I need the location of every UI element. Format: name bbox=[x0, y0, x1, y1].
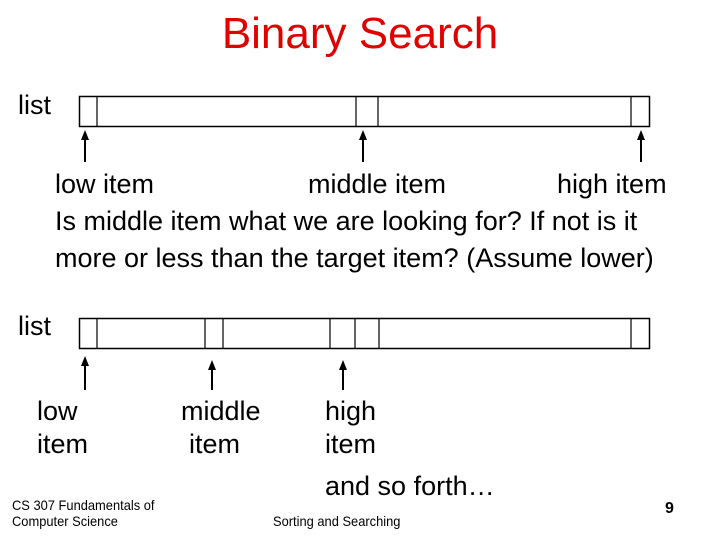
footer-course: CS 307 Fundamentals of Computer Science bbox=[12, 497, 154, 529]
list-label-1: list bbox=[18, 90, 51, 120]
list-array-2-outline bbox=[78, 317, 651, 350]
low-item-label: low item bbox=[55, 169, 155, 199]
footer-topic: Sorting and Searching bbox=[273, 513, 401, 529]
middle-label-line-2: item bbox=[189, 429, 241, 459]
high-label-line-2: item bbox=[325, 429, 377, 459]
low-label-line-2: item bbox=[37, 429, 89, 459]
footer-course-line-1: CS 307 Fundamentals of bbox=[12, 497, 155, 513]
question-line-1: Is middle item what we are looking for? … bbox=[55, 206, 638, 236]
list-array-1 bbox=[78, 95, 651, 128]
question-line-2: more or less than the target item? (Assu… bbox=[55, 243, 654, 273]
low-pointer-arrow-icon bbox=[81, 130, 89, 162]
middle-pointer-arrow-icon bbox=[208, 360, 216, 390]
middle-pointer-arrow-icon bbox=[359, 130, 367, 162]
list-2-pointers bbox=[81, 356, 347, 390]
high-pointer-arrow-icon bbox=[339, 360, 347, 390]
list-array-2 bbox=[78, 317, 651, 350]
list-array-1-outline bbox=[78, 95, 651, 128]
low-label-line-1: low bbox=[37, 396, 78, 426]
continuation-text: and so forth… bbox=[325, 471, 495, 501]
middle-item-label: middle item bbox=[308, 169, 447, 199]
high-item-label: high item bbox=[557, 169, 667, 199]
high-pointer-arrow-icon bbox=[637, 130, 645, 162]
low-pointer-arrow-icon bbox=[81, 356, 89, 390]
high-label-line-1: high bbox=[325, 396, 377, 426]
list-label-2: list bbox=[18, 311, 51, 341]
middle-label-line-1: middle bbox=[181, 396, 261, 426]
list-1-pointers bbox=[81, 130, 645, 162]
slide-title: Binary Search bbox=[221, 9, 499, 58]
footer-course-line-2: Computer Science bbox=[12, 513, 118, 529]
page-number: 9 bbox=[665, 500, 674, 517]
